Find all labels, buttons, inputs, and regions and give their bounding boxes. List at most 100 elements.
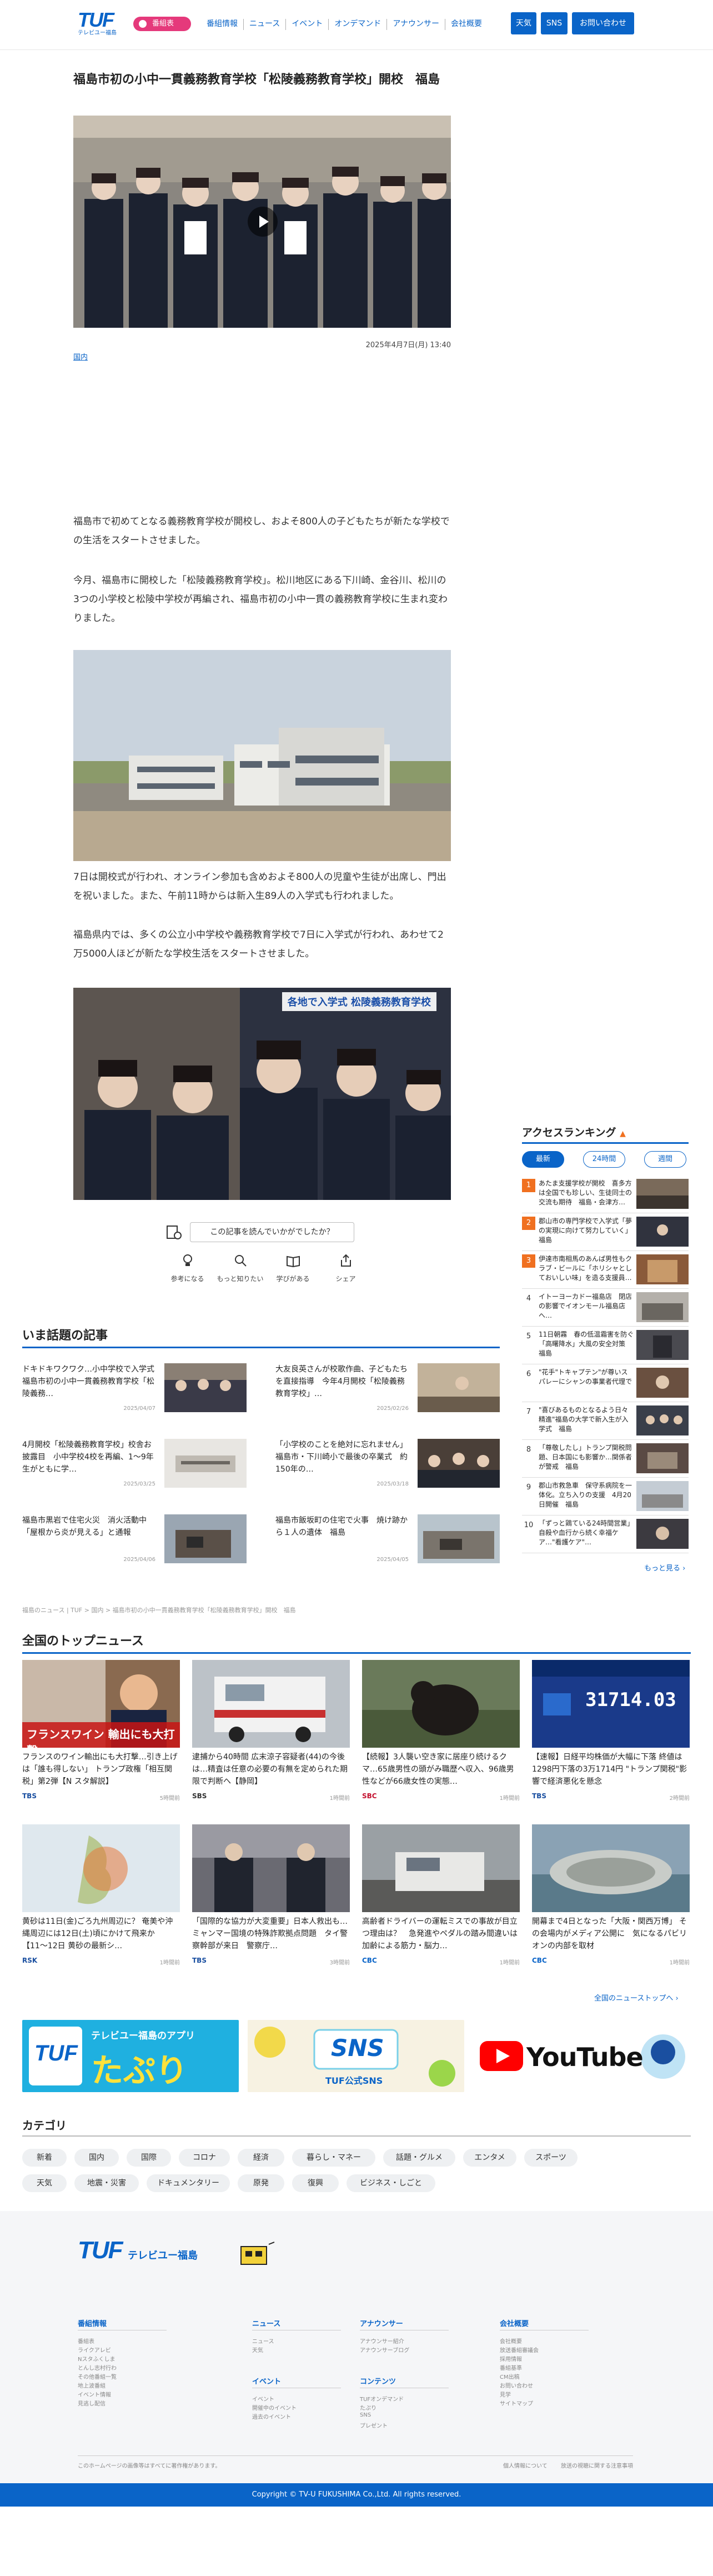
footer-link[interactable]: 放送番組審議会 — [500, 2345, 539, 2354]
reaction-learning-button[interactable]: 学びがある — [267, 1253, 319, 1287]
national-news-card[interactable]: 高齢者ドライバーの運転ミスでの事故が目立つ理由は？ 急発進やペダルの踏み間違いは… — [362, 1824, 520, 1998]
footer-link[interactable]: お問い合わせ — [500, 2381, 533, 2389]
footer-link[interactable]: とんし志村行わ — [78, 2363, 117, 2372]
category-business[interactable]: ビジネス・しごと — [347, 2174, 435, 2192]
footer-link[interactable]: たぷり — [360, 2403, 376, 2412]
tab-latest[interactable]: 最新 — [522, 1151, 564, 1168]
category-topics-gourmet[interactable]: 話題・グルメ — [383, 2149, 455, 2167]
ranking-item[interactable]: 9 郡山市救急車 保守系病院を一体化。立ち入りの支援 4月20日開催 福島 — [522, 1481, 689, 1515]
national-news-card[interactable]: 黄砂は11日(金)ごろ九州周辺に？ 奄美や沖縄周辺には12日(土)頃にかけて飛来… — [22, 1824, 180, 1998]
tab-weekly[interactable]: 週間 — [644, 1151, 686, 1168]
national-news-card[interactable]: 「国際的な協力が大変重要」日本人救出も…ミャンマー国境の特殊詐欺拠点問題 タイ警… — [192, 1824, 350, 1998]
trending-card[interactable]: 福島市飯坂町の住宅で火事 焼け跡から１人の遺体 福島 2025/04/05 — [275, 1514, 500, 1568]
national-news-card[interactable]: 31714.03 【速報】日経平均株価が大幅に下落 終値は1298円下落の3万1… — [532, 1660, 690, 1833]
ranking-item[interactable]: 4 イトーヨーカドー福島店 閉店の影響でイオンモール福島店へ… — [522, 1292, 689, 1327]
footer-link[interactable]: 開催中のイベント — [252, 2403, 297, 2412]
footer-policy-link[interactable]: 放送の視聴に関する注意事項 — [561, 2461, 633, 2469]
trending-card[interactable]: ドキドキワクワク…小中学校で入学式 福島市初の小中一貫義務教育学校「松陵義務… … — [22, 1363, 247, 1417]
national-news-card[interactable]: 逮捕から40時間 広末涼子容疑者(44)の今後は…精査は任意の必要の有無を定めら… — [192, 1660, 350, 1833]
ranking-item[interactable]: 2 郡山市の専門学校で入学式「夢の実現に向けて努力していく」 福島 — [522, 1217, 689, 1251]
footer-col-heading[interactable]: 番組情報 — [78, 2318, 107, 2328]
footer-col-heading[interactable]: ニュース — [252, 2318, 280, 2328]
national-news-card[interactable]: 【続報】3人襲い空き家に居座り続けるクマ…65歳男性の頭がみ職歴ヘ収入、96歳男… — [362, 1660, 520, 1833]
footer-link[interactable]: アナウンサー紹介 — [360, 2337, 404, 2345]
reaction-learn-more-button[interactable]: もっと知りたい — [214, 1253, 267, 1287]
footer-link[interactable]: 過去のイベント — [252, 2412, 291, 2420]
footer-col-heading[interactable]: イベント — [252, 2375, 281, 2386]
nav-news[interactable]: ニュース — [244, 19, 287, 30]
category-sports[interactable]: スポーツ — [524, 2149, 578, 2167]
nav-events[interactable]: イベント — [286, 19, 329, 30]
ranking-item[interactable]: 7 "喜びあるものとなるよう日々精進"福島の大学で新入生が入学式 福島 — [522, 1405, 689, 1440]
footer-link[interactable]: Nスタふくしま — [78, 2354, 115, 2363]
sns-banner[interactable]: SNS TUF公式SNS — [248, 2020, 464, 2092]
category-reconstruction[interactable]: 復興 — [292, 2174, 339, 2192]
footer-link[interactable]: ニュース — [252, 2337, 274, 2345]
category-new[interactable]: 新着 — [22, 2149, 67, 2167]
footer-link[interactable]: TUFオンデマンド — [360, 2394, 404, 2403]
footer-link[interactable]: 見学 — [500, 2390, 511, 2398]
footer-col-heading[interactable]: コンテンツ — [360, 2375, 396, 2386]
footer-link[interactable]: ライクアレビ — [78, 2345, 111, 2354]
category-economy[interactable]: 経済 — [238, 2149, 284, 2167]
app-banner[interactable]: TUF テレビユー福島のアプリ たぷり — [22, 2020, 239, 2092]
tab-24h[interactable]: 24時間 — [583, 1151, 625, 1168]
site-logo[interactable]: TUF テレビユー福島 — [78, 10, 122, 39]
footer-link[interactable]: CM出稿 — [500, 2372, 520, 2380]
share-button[interactable]: シェア — [319, 1253, 372, 1287]
nav-ondemand[interactable]: オンデマンド — [329, 19, 388, 30]
national-news-card[interactable]: フランスワイン 輸出にも大打撃 フランスのワイン輸出にも大打撃…引き上げは「誰も… — [22, 1660, 180, 1833]
category-domestic[interactable]: 国内 — [74, 2149, 119, 2167]
category-nuclear[interactable]: 原発 — [238, 2174, 284, 2192]
footer-link[interactable]: サイトマップ — [500, 2399, 533, 2407]
footer-link[interactable]: アナウンサーブログ — [360, 2345, 409, 2354]
ranking-item[interactable]: 3 伊達市南相馬のあんぱ男性もクラブ・ビールに「ホリシャとしておいしい味」を造る… — [522, 1254, 689, 1289]
category-international[interactable]: 国際 — [127, 2149, 171, 2167]
weather-button[interactable]: 天気 — [511, 12, 536, 34]
footer-link[interactable]: その他番組一覧 — [78, 2372, 117, 2380]
contact-button[interactable]: お問い合わせ — [572, 12, 634, 34]
footer-link[interactable]: プレゼント — [360, 2421, 388, 2429]
ranking-item[interactable]: 5 11日朝霧 春の低温霜害を防ぐ「高曙降水」大風の安全対策 福島 — [522, 1330, 689, 1364]
footer-link[interactable]: イベント — [252, 2394, 274, 2403]
breadcrumb[interactable]: 福島のニュース | TUF > 国内 > 福島市初の小中一貫義務教育学校「松陵義… — [22, 1605, 522, 1614]
footer-col-heading[interactable]: 会社概要 — [500, 2318, 529, 2328]
footer-link[interactable]: イベント情報 — [78, 2390, 111, 2398]
article-category-link[interactable]: 国内 — [73, 351, 88, 362]
ranking-item[interactable]: 10 「ずっと鶏ている24時間営業」自殺や血行から続く幸福ケア…"看護ケア"… — [522, 1519, 689, 1553]
footer-col-heading[interactable]: アナウンサー — [360, 2318, 403, 2328]
footer-link[interactable]: 会社概要 — [500, 2337, 522, 2345]
ranking-item[interactable]: 8 「尊敬したし」トランプ関税問題、日本国にも影響か…関係者が警戒 福島 — [522, 1443, 689, 1478]
category-life-money[interactable]: 暮らし・マネー — [292, 2149, 375, 2167]
category-disaster[interactable]: 地震・災害 — [74, 2174, 139, 2192]
national-more-link[interactable]: 全国のニューストップへ › — [594, 1992, 679, 2003]
sns-button[interactable]: SNS — [541, 12, 568, 34]
footer-logo[interactable]: TUF — [78, 2237, 123, 2264]
footer-link[interactable]: 地上波番組 — [78, 2381, 106, 2389]
article-video[interactable] — [73, 116, 451, 328]
ranking-item[interactable]: 1 あたま支援学校が開校 喜多方は全国でも珍しい、生徒同士の交流も期待 福島・会… — [522, 1179, 689, 1213]
footer-link[interactable]: 天気 — [252, 2345, 263, 2354]
footer-link[interactable]: 見逃し配信 — [78, 2399, 106, 2407]
play-icon[interactable] — [248, 207, 278, 237]
category-corona[interactable]: コロナ — [179, 2149, 230, 2167]
footer-link[interactable]: 番組表 — [78, 2337, 94, 2345]
category-entertainment[interactable]: エンタメ — [463, 2149, 516, 2167]
trending-card[interactable]: 「小学校のことを絶対に忘れません」福島市・下川崎小で最後の卒業式 約150年の…… — [275, 1439, 500, 1492]
program-guide-button[interactable]: 番組表 — [133, 17, 191, 31]
trending-card[interactable]: 4月開校「松陵義務教育学校」校舎お披露目 小中学校4校を再編、1〜9年生がともに… — [22, 1439, 247, 1492]
footer-link[interactable]: 番組基準 — [500, 2363, 522, 2372]
trending-card[interactable]: 大友良英さんが校歌作曲、子どもたちを直接指導 今年4月開校「松陵義務教育学校」…… — [275, 1363, 500, 1417]
footer-link[interactable]: 採用情報 — [500, 2354, 522, 2363]
nav-programs[interactable]: 番組情報 — [201, 19, 244, 30]
national-news-card[interactable]: 開幕まで4日となった「大阪・関西万博」 その会場内がメディア公開に 気になるパビ… — [532, 1824, 690, 1998]
ranking-more-link[interactable]: もっと見る › — [644, 1562, 685, 1573]
youtube-banner[interactable]: YouTube — [473, 2020, 691, 2092]
trending-card[interactable]: 福島市黒岩で住宅火災 消火活動中「屋根から炎が見える」と通報 2025/04/0… — [22, 1514, 247, 1568]
footer-link[interactable]: SNS — [360, 2412, 371, 2418]
ranking-item[interactable]: 6 "花手"トキャプテン"が尊いスパレーにシャンの事業者代理で — [522, 1368, 689, 1402]
category-weather[interactable]: 天気 — [22, 2174, 67, 2192]
footer-policy-link[interactable]: 個人情報について — [503, 2461, 548, 2469]
nav-company[interactable]: 会社概要 — [445, 19, 488, 30]
nav-announcers[interactable]: アナウンサー — [387, 19, 446, 30]
